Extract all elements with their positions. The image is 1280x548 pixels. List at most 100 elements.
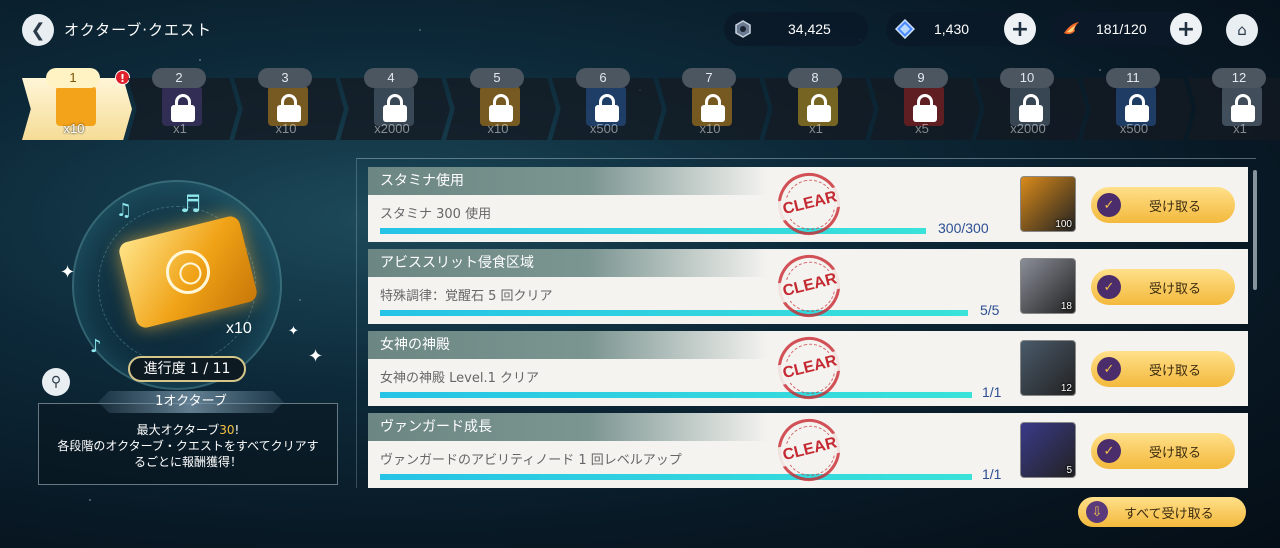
mission-progress-text: 300/300: [938, 220, 989, 236]
home-button[interactable]: ⌂: [1226, 14, 1258, 46]
mission-scrollbar[interactable]: [1253, 170, 1257, 290]
stage-tab-5[interactable]: 5 x10: [446, 66, 556, 142]
reward-quantity: 12: [1060, 383, 1072, 394]
lock-icon: [1231, 94, 1255, 122]
stage-tab-12[interactable]: 12 x1: [1188, 66, 1280, 142]
claim-all-button[interactable]: ⇩ すべて受け取る: [1078, 497, 1246, 527]
lock-icon: [277, 94, 301, 122]
mission-title: スタミナ使用: [368, 167, 768, 195]
stage-tab-4[interactable]: 4 x2000: [340, 66, 450, 142]
mission-progress-bar: [380, 474, 972, 480]
hex-coin-icon: [732, 18, 754, 40]
stage-reward-qty: x5: [915, 121, 929, 136]
stamina-flame-icon: [1060, 18, 1082, 40]
reward-quantity: 100: [1055, 219, 1072, 230]
octave-panel: ♫ ♬ ♪ ✦ ✦ ✦ x10 進行度 1 / 11 ⚲ 最大オクターブ30! …: [30, 150, 340, 490]
claim-all-label: すべて受け取る: [1124, 506, 1214, 522]
checkmark-icon: ✓: [1097, 193, 1121, 217]
stage-number: 1: [46, 68, 100, 88]
stage-reward-qty: x500: [589, 121, 619, 136]
stage-number: 4: [364, 68, 418, 88]
stage-number: 6: [576, 68, 630, 88]
checkmark-icon: ✓: [1097, 439, 1121, 463]
stage-number: 10: [1000, 68, 1054, 88]
mission-row: 女神の神殿 女神の神殿 Level.1 クリア 1/1 CLEAR 12 ✓ 受け取る: [368, 330, 1248, 406]
lock-icon: [383, 94, 407, 122]
stage-tab-2[interactable]: 2 x1: [128, 66, 238, 142]
purple-gem-icon[interactable]: 5: [1020, 422, 1076, 478]
mission-row: ヴァンガード成長 ヴァンガードのアビリティノード 1 回レベルアップ 1/1 CLEA…: [368, 412, 1248, 488]
claim-button[interactable]: ✓ 受け取る: [1091, 269, 1235, 305]
music-note-icon: ♫: [116, 200, 133, 221]
stage-tab-8[interactable]: 8 x1: [764, 66, 874, 142]
stage-number: 11: [1106, 68, 1160, 88]
lock-icon: [595, 94, 619, 122]
coin-value: 34,425: [788, 21, 831, 37]
stage-tab-1[interactable]: 1! x10: [22, 66, 132, 142]
info-line-1-prefix: 最大オクターブ: [136, 423, 220, 437]
lock-icon: [171, 94, 195, 122]
stage-reward-qty: x2000: [374, 121, 410, 136]
book-icon[interactable]: 12: [1020, 340, 1076, 396]
back-arrow-icon: ❮: [30, 19, 46, 41]
claim-button-label: 受け取る: [1149, 281, 1202, 297]
stage-tab-3[interactable]: 3 x10: [234, 66, 344, 142]
clear-stamp-label: CLEAR: [773, 349, 847, 386]
back-button[interactable]: ❮: [22, 14, 54, 46]
top-bar: ❮ オクターブ·クエスト 34,425 1,430 + 181/120 + ⌂: [0, 0, 1280, 60]
stage-reward-qty: x2000: [1010, 121, 1046, 136]
ticket-quantity: x10: [226, 320, 252, 337]
stage-tab-9[interactable]: 9 x5: [870, 66, 980, 142]
claim-button-label: 受け取る: [1149, 445, 1202, 461]
claim-button[interactable]: ✓ 受け取る: [1091, 433, 1235, 469]
music-note-icon: ♪: [90, 336, 102, 357]
claim-button[interactable]: ✓ 受け取る: [1091, 351, 1235, 387]
clear-stamp-label: CLEAR: [773, 267, 847, 304]
mission-title: アビススリット侵食区域: [368, 249, 768, 277]
claim-button[interactable]: ✓ 受け取る: [1091, 187, 1235, 223]
clear-stamp-label: CLEAR: [773, 431, 847, 468]
stage-reward-qty: x1: [1233, 121, 1247, 136]
coin-counter: 34,425: [724, 12, 868, 46]
stage-reward-qty: x10: [487, 121, 509, 136]
mission-description: スタミナ 300 使用: [380, 207, 492, 222]
sparkle-icon: ✦: [288, 324, 299, 339]
stage-number: 3: [258, 68, 312, 88]
crystal-shard-icon[interactable]: 18: [1020, 258, 1076, 314]
claim-button-label: 受け取る: [1149, 199, 1202, 215]
add-stamina-button[interactable]: +: [1170, 13, 1202, 45]
sparkle-icon: ✦: [308, 346, 324, 367]
stage-tab-6[interactable]: 6 x500: [552, 66, 662, 142]
info-line-1-suffix: !: [234, 423, 240, 437]
stage-reward-icon: [56, 86, 96, 126]
stage-number: 12: [1212, 68, 1266, 88]
lock-icon: [701, 94, 725, 122]
mission-description: ヴァンガードのアビリティノード 1 回レベルアップ: [380, 453, 682, 468]
stage-reward-qty: x10: [275, 121, 297, 136]
lock-icon: [489, 94, 513, 122]
stage-number: 7: [682, 68, 736, 88]
golden-wing-icon[interactable]: 100: [1020, 176, 1076, 232]
mission-description: 特殊調律：覚醒石 5 回クリア: [380, 289, 553, 304]
progress-indicator: 進行度 1 / 11: [128, 356, 246, 382]
stage-number: 5: [470, 68, 524, 88]
search-button[interactable]: ⚲: [42, 368, 70, 396]
stage-tab-11[interactable]: 11 x500: [1082, 66, 1192, 142]
lock-icon: [1019, 94, 1043, 122]
octave-level-label: 1オクターブ: [98, 391, 284, 413]
stage-number: 8: [788, 68, 842, 88]
reward-quantity: 18: [1060, 301, 1072, 312]
mission-progress-text: 1/1: [982, 384, 1002, 400]
stamina-value: 181/120: [1096, 21, 1147, 37]
blue-gem-icon: [894, 18, 916, 40]
reward-quantity: 5: [1066, 465, 1072, 476]
stage-tab-7[interactable]: 7 x10: [658, 66, 768, 142]
stage-tab-10[interactable]: 10 x2000: [976, 66, 1086, 142]
stage-reward-qty: x10: [699, 121, 721, 136]
gem-counter: 1,430 +: [886, 12, 1036, 46]
stage-tabs: 1! x10 2 x1 3 x10 4 x2000 5 x10 6 x500 7 x10 8 x1 9 x5 10 x…: [22, 66, 1280, 146]
mission-progress-bar: [380, 392, 972, 398]
info-line-2: 各段階のオクターブ・クエストをすべてクリアす: [57, 439, 319, 453]
add-gem-button[interactable]: +: [1004, 13, 1036, 45]
stage-reward-qty: x1: [809, 121, 823, 136]
